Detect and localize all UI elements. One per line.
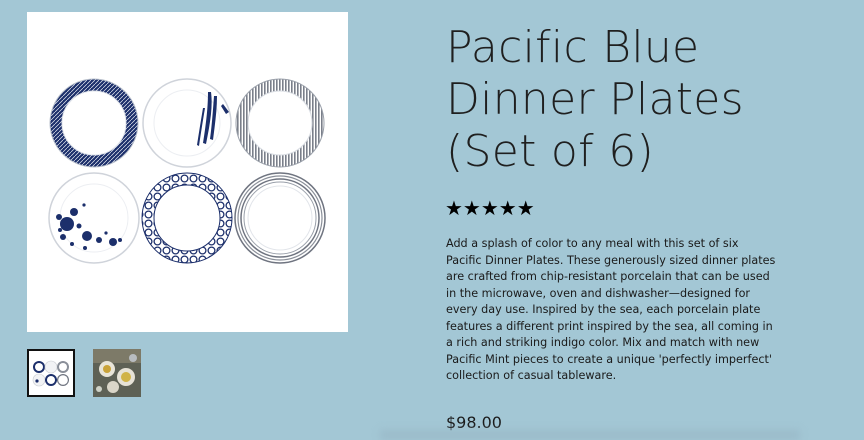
product-description: Add a splash of color to any meal with t… (446, 237, 776, 382)
plate-ring-rim (234, 172, 326, 264)
plate-brushstroke (142, 78, 232, 168)
plate-line-rim (235, 78, 325, 168)
plates-set-thumbnail[interactable] (27, 349, 75, 397)
rating-stars: ★★★★★ (445, 196, 535, 220)
product-main-image (27, 12, 348, 332)
divider-shadow (380, 430, 800, 440)
product-title: Pacific Blue Dinner Plates (Set of 6) (446, 22, 744, 177)
plate-scratch-rim (49, 78, 139, 168)
table-setting-thumbnail[interactable] (93, 349, 141, 397)
plate-splatter (48, 172, 140, 264)
plates-illustration (48, 78, 326, 264)
table-setting-image (93, 349, 141, 397)
plate-scale-rim (141, 172, 233, 264)
plates-thumbnail-image (29, 351, 73, 395)
